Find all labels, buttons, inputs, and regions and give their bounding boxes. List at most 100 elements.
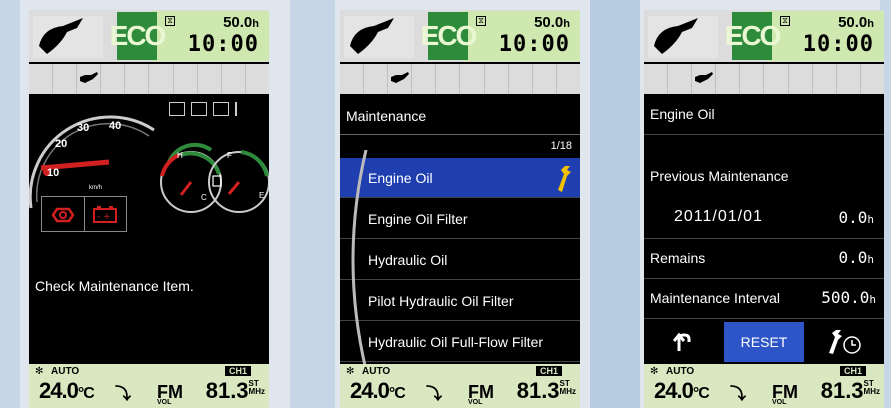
- menu-item-hydraulic-oil[interactable]: Hydraulic Oil: [340, 240, 580, 280]
- svg-text:E: E: [259, 191, 264, 200]
- speed-tick-20: 20: [55, 138, 68, 150]
- hour-meter: 50.0h: [838, 14, 874, 31]
- bucket-attachment-icon: [33, 16, 103, 58]
- scroll-arc[interactable]: [340, 150, 370, 370]
- fuel-needle: [227, 181, 241, 195]
- hour-meter-value: 50.0: [223, 14, 253, 31]
- speed-unit: km/h: [89, 185, 103, 191]
- volume-label: VOL: [157, 399, 172, 406]
- aircon-auto-label: AUTO: [362, 366, 391, 377]
- speed-tick-40: 40: [109, 120, 122, 132]
- warning-icons: - +: [41, 196, 127, 232]
- bottom-bar: ✻ AUTO 24.0°C ⤵ CH1 FM 81.3ST MHz VOL: [29, 364, 269, 408]
- bottom-bar: ✻ AUTO 24.0°C ⤵ CH1 FM 81.3ST MHz VOL: [644, 364, 884, 408]
- eco-mode-indicator: ECO: [421, 12, 477, 60]
- freq-unit: MHz: [248, 387, 265, 396]
- remains-hours: 0.0h: [838, 248, 874, 267]
- top-status-bar: ECO ⧖ 50.0h 10:00: [29, 10, 269, 62]
- aircon-display[interactable]: ✻ AUTO 24.0°C ⤵: [340, 364, 458, 408]
- temp-unit: °C: [77, 385, 95, 402]
- menu-item-engine-oil[interactable]: Engine Oil: [340, 158, 580, 198]
- radio-channel: CH1: [225, 366, 252, 376]
- menu-item-label: Pilot Hydraulic Oil Filter: [368, 292, 514, 309]
- radio-channel: CH1: [536, 366, 563, 376]
- freq-value: 81.3: [516, 378, 560, 403]
- work-mode-icons: [169, 102, 247, 116]
- hour-meter-unit: h: [252, 18, 259, 30]
- clock: 10:00: [187, 32, 259, 57]
- hour-meter-icon: ⧖: [165, 16, 175, 26]
- temp-value: 24.0: [350, 378, 390, 403]
- back-arrow-icon: [673, 332, 691, 351]
- aircon-display[interactable]: ✻ AUTO 24.0°C ⤵: [644, 364, 762, 408]
- hour-meter-unit: h: [563, 18, 570, 30]
- freq-value: 81.3: [205, 378, 249, 403]
- radio-frequency: 81.3ST MHz: [517, 378, 576, 404]
- fan-icon: ✻: [346, 366, 355, 377]
- aircon-display[interactable]: ✻ AUTO 24.0°C ⤵: [29, 364, 147, 408]
- wrench-icon: [558, 166, 571, 192]
- page-title: Engine Oil: [650, 106, 715, 122]
- previous-maintenance-hours: 0.0h: [838, 208, 874, 227]
- boom-mode-icon: [213, 102, 229, 116]
- volume-label: VOL: [772, 399, 787, 406]
- radio-display[interactable]: CH1 FM 81.3ST MHz VOL: [151, 364, 269, 408]
- seat-icon: [169, 102, 185, 116]
- aircon-temp: 24.0°C: [39, 378, 95, 404]
- speed-tick-30: 30: [77, 122, 90, 134]
- action-bar: RESET: [644, 322, 884, 362]
- fan-icon: ✻: [35, 366, 44, 377]
- previous-hours-value: 0.0: [838, 208, 868, 227]
- radio-channel: CH1: [840, 366, 867, 376]
- temp-unit: °C: [388, 385, 406, 402]
- menu-item-label: Hydraulic Oil Full-Flow Filter: [368, 333, 544, 350]
- battery-warning-icon: - +: [85, 197, 127, 231]
- aircon-temp: 24.0°C: [654, 378, 710, 404]
- volume-label: VOL: [468, 399, 483, 406]
- menu-item-hydraulic-oil-full-flow-filter[interactable]: Hydraulic Oil Full-Flow Filter: [340, 322, 580, 362]
- top-status-bar: ECO ⧖ 50.0h 10:00: [644, 10, 884, 62]
- reset-button[interactable]: RESET: [724, 322, 804, 362]
- back-button[interactable]: [644, 322, 724, 362]
- page-title: Maintenance: [346, 108, 427, 124]
- aircon-temp: 24.0°C: [350, 378, 406, 404]
- temp-value: 24.0: [39, 378, 79, 403]
- bucket-attachment-icon: [344, 16, 414, 58]
- indicator-row: [644, 64, 884, 94]
- maintenance-history-button[interactable]: [804, 322, 884, 362]
- svg-text:H: H: [177, 151, 183, 160]
- wrench-icon: [235, 102, 247, 116]
- clock: 10:00: [498, 32, 570, 57]
- airflow-icon: ⤵: [426, 384, 443, 403]
- airflow-icon: ⤵: [730, 384, 747, 403]
- engine-oil-can-icon: [388, 64, 413, 94]
- svg-text:- +: - +: [97, 212, 111, 222]
- monitor-panel-gauges: ECO ⧖ 50.0h 10:00 H C F E 10 20 30 40 km…: [29, 10, 269, 408]
- bottom-bar: ✻ AUTO 24.0°C ⤵ CH1 FM 81.3ST MHz VOL: [340, 364, 580, 408]
- coolant-needle: [179, 181, 193, 196]
- bucket-attachment-icon: [648, 16, 718, 58]
- hours-unit: h: [867, 213, 874, 226]
- radio-display[interactable]: CH1 FM 81.3ST MHz VOL: [766, 364, 884, 408]
- hour-meter: 50.0h: [534, 14, 570, 31]
- radio-frequency: 81.3ST MHz: [821, 378, 880, 404]
- engine-oil-can-icon: [77, 64, 102, 94]
- remains-hours-value: 0.0: [838, 248, 868, 267]
- hour-meter-value: 50.0: [534, 14, 564, 31]
- monitor-panel-maintenance-list: ECO ⧖ 50.0h 10:00 Maintenance 1/18 Engin…: [340, 10, 580, 408]
- hour-meter-icon: ⧖: [780, 16, 790, 26]
- freq-unit: MHz: [863, 387, 880, 396]
- radio-display[interactable]: CH1 FM 81.3ST MHz VOL: [462, 364, 580, 408]
- page-indicator: 1/18: [550, 140, 572, 152]
- clock: 10:00: [802, 32, 874, 57]
- freq-unit: MHz: [559, 387, 576, 396]
- svg-text:F: F: [227, 151, 232, 160]
- hours-unit: h: [867, 253, 874, 266]
- indicator-row: [340, 64, 580, 94]
- aircon-auto-label: AUTO: [51, 366, 80, 377]
- maintenance-message: Check Maintenance Item.: [35, 278, 194, 294]
- menu-item-pilot-hydraulic-oil-filter[interactable]: Pilot Hydraulic Oil Filter: [340, 281, 580, 321]
- menu-item-engine-oil-filter[interactable]: Engine Oil Filter: [340, 199, 580, 239]
- menu-item-label: Engine Oil: [368, 169, 433, 186]
- eco-mode-indicator: ECO: [110, 12, 166, 60]
